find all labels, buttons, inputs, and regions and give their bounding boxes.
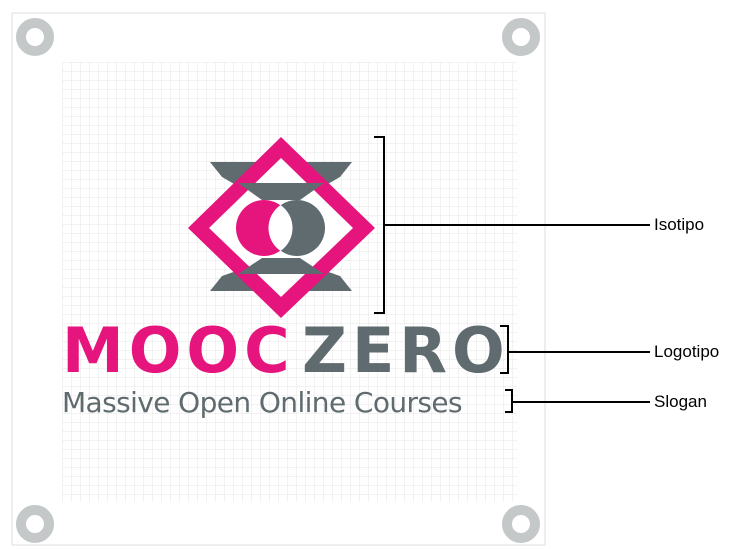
label-isotipo: Isotipo (654, 215, 705, 234)
diamond-eye-icon (188, 137, 375, 318)
frame-canvas (11, 12, 650, 546)
ring-icon (16, 505, 54, 543)
ring-icon (16, 18, 54, 56)
logotype-word-zero: ZERO (302, 314, 510, 387)
logotype-word-mooc: MOOC (62, 314, 295, 387)
label-logotipo: Logotipo (654, 342, 720, 361)
brand-sheet: MOOC ZERO Massive Open Online Courses Is… (0, 0, 742, 549)
slogan-text: Massive Open Online Courses (62, 386, 463, 419)
label-slogan: Slogan (654, 392, 707, 411)
ring-icon (502, 505, 540, 543)
ring-icon (502, 18, 540, 56)
